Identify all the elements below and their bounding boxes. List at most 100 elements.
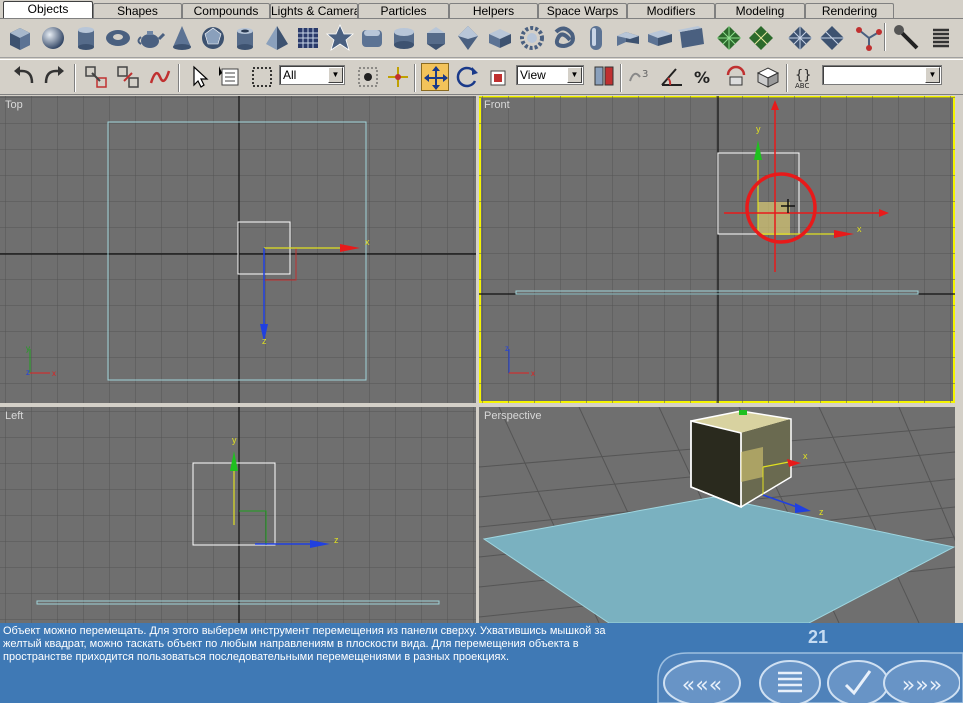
viewport-top[interactable]: x z y x z Top xyxy=(0,96,476,403)
chamfer-cyl-icon[interactable] xyxy=(484,22,516,54)
redo-icon[interactable] xyxy=(40,63,68,91)
gizmo-x-label: x xyxy=(531,369,535,378)
viewport-label-top[interactable]: Top xyxy=(5,99,23,111)
hose-icon[interactable] xyxy=(853,22,885,54)
viewport-top-canvas: x z y x z xyxy=(0,96,476,403)
tab-particles[interactable]: Particles xyxy=(358,3,449,19)
tab-compounds[interactable]: Compounds xyxy=(182,3,270,19)
box-icon[interactable] xyxy=(4,22,36,54)
region-select-icon[interactable] xyxy=(248,63,276,91)
dropdown-arrow-icon: ▼ xyxy=(328,67,343,83)
axis-x-label: x xyxy=(857,224,862,234)
axis-y-label: y xyxy=(756,124,761,134)
separator xyxy=(884,23,886,51)
svg-text:%: % xyxy=(694,68,710,87)
pyramid-icon[interactable] xyxy=(261,22,293,54)
separator xyxy=(786,64,788,92)
viewport-perspective[interactable]: x z Perspective xyxy=(479,407,955,623)
svg-text:3: 3 xyxy=(642,69,648,80)
viewport-front[interactable]: x y z x Front xyxy=(479,96,955,403)
move-tool-icon[interactable] xyxy=(421,63,449,91)
tab-space-warps[interactable]: Space Warps xyxy=(538,3,627,19)
torus-icon[interactable] xyxy=(102,22,134,54)
undo-icon[interactable] xyxy=(10,63,38,91)
teapot-icon[interactable] xyxy=(134,22,166,54)
tube-icon[interactable] xyxy=(229,22,261,54)
selection-filter-value: All xyxy=(283,68,297,82)
reference-coord-value: View xyxy=(520,68,546,82)
tab-helpers[interactable]: Helpers xyxy=(449,3,538,19)
spring-icon[interactable] xyxy=(925,22,957,54)
nav-next-button[interactable]: »»» xyxy=(880,655,961,703)
gizmo-z-label: z xyxy=(26,368,30,377)
reference-coord-dropdown[interactable]: View ▼ xyxy=(516,65,584,85)
create-toolbar xyxy=(0,19,963,58)
named-selection-icon[interactable] xyxy=(754,63,782,91)
pivot-center-icon[interactable] xyxy=(590,63,618,91)
tab-modeling[interactable]: Modeling xyxy=(715,3,805,19)
grid-green-icon[interactable] xyxy=(713,22,745,54)
instruction-text: Объект можно перемещать. Для этого выбер… xyxy=(3,625,606,663)
patch-tri-icon[interactable] xyxy=(816,22,848,54)
bind-spacewarp-icon[interactable] xyxy=(146,63,174,91)
window-crossing-icon[interactable] xyxy=(354,63,382,91)
gear-icon[interactable] xyxy=(516,22,548,54)
unlink-icon[interactable] xyxy=(114,63,142,91)
sphere-icon[interactable] xyxy=(37,22,69,54)
patch-quad-icon[interactable] xyxy=(784,22,816,54)
select-icon[interactable] xyxy=(186,63,214,91)
grid-mesh-icon[interactable] xyxy=(745,22,777,54)
torus-knot-icon[interactable] xyxy=(548,22,580,54)
edit-named-selection-icon[interactable]: {} ABC xyxy=(792,63,820,91)
viewport-label-perspective[interactable]: Perspective xyxy=(484,410,541,422)
oil-tank-icon[interactable] xyxy=(388,22,420,54)
gizmo-x-label: x xyxy=(52,369,56,378)
separator xyxy=(178,64,180,92)
tab-bar: Objects Shapes Compounds Lights & Camera… xyxy=(0,0,963,19)
nav-first-button[interactable]: ««« xyxy=(662,655,742,703)
axis-z-label: z xyxy=(262,336,267,346)
snap-toggle-icon[interactable]: 3 xyxy=(626,63,654,91)
prism-icon[interactable] xyxy=(676,22,708,54)
viewport-front-canvas: x y z x xyxy=(479,96,955,403)
wrench-icon[interactable] xyxy=(891,22,923,54)
tab-rendering[interactable]: Rendering xyxy=(805,3,894,19)
app-window: Objects Shapes Compounds Lights & Camera… xyxy=(0,0,963,703)
tab-objects[interactable]: Objects xyxy=(3,1,93,19)
axis-x-label: x xyxy=(803,451,808,461)
plane-icon[interactable] xyxy=(292,22,324,54)
viewport-label-left[interactable]: Left xyxy=(5,410,23,422)
axis-z-label: z xyxy=(334,535,339,545)
tab-modifiers[interactable]: Modifiers xyxy=(627,3,715,19)
rotate-icon[interactable] xyxy=(453,63,481,91)
geosphere-icon[interactable] xyxy=(197,22,229,54)
percent-snap-icon[interactable]: % xyxy=(690,63,718,91)
select-by-name-icon[interactable] xyxy=(216,63,244,91)
hedra-icon[interactable] xyxy=(324,22,356,54)
cylinder-icon[interactable] xyxy=(70,22,102,54)
l-ext-icon[interactable] xyxy=(612,22,644,54)
viewport-label-front[interactable]: Front xyxy=(484,99,510,111)
spindle-icon[interactable] xyxy=(420,22,452,54)
chamfer-box-icon[interactable] xyxy=(356,22,388,54)
select-manipulate-icon[interactable] xyxy=(384,63,412,91)
tab-lights-cameras[interactable]: Lights & Cameras xyxy=(270,3,358,19)
gizmo-z-label: z xyxy=(505,344,509,353)
axis-y-label: y xyxy=(232,435,237,445)
named-selection-dropdown[interactable]: ▼ xyxy=(822,65,942,85)
select-link-icon[interactable] xyxy=(82,63,110,91)
spinner-snap-icon[interactable] xyxy=(722,63,750,91)
cone-icon[interactable] xyxy=(166,22,198,54)
separator xyxy=(620,64,622,92)
tab-shapes[interactable]: Shapes xyxy=(93,3,182,19)
capsule-icon[interactable] xyxy=(580,22,612,54)
gengon-icon[interactable] xyxy=(452,22,484,54)
scale-icon[interactable] xyxy=(485,63,513,91)
c-ext-icon[interactable] xyxy=(644,22,676,54)
main-toolbar: All ▼ View ▼ 3 % {} ABC ▼ xyxy=(0,59,963,95)
selection-filter-dropdown[interactable]: All ▼ xyxy=(279,65,345,85)
first-icon: ««« xyxy=(682,673,722,698)
next-icon: »»» xyxy=(902,673,942,698)
viewport-left[interactable]: y z Left xyxy=(0,407,476,623)
angle-snap-icon[interactable] xyxy=(658,63,686,91)
